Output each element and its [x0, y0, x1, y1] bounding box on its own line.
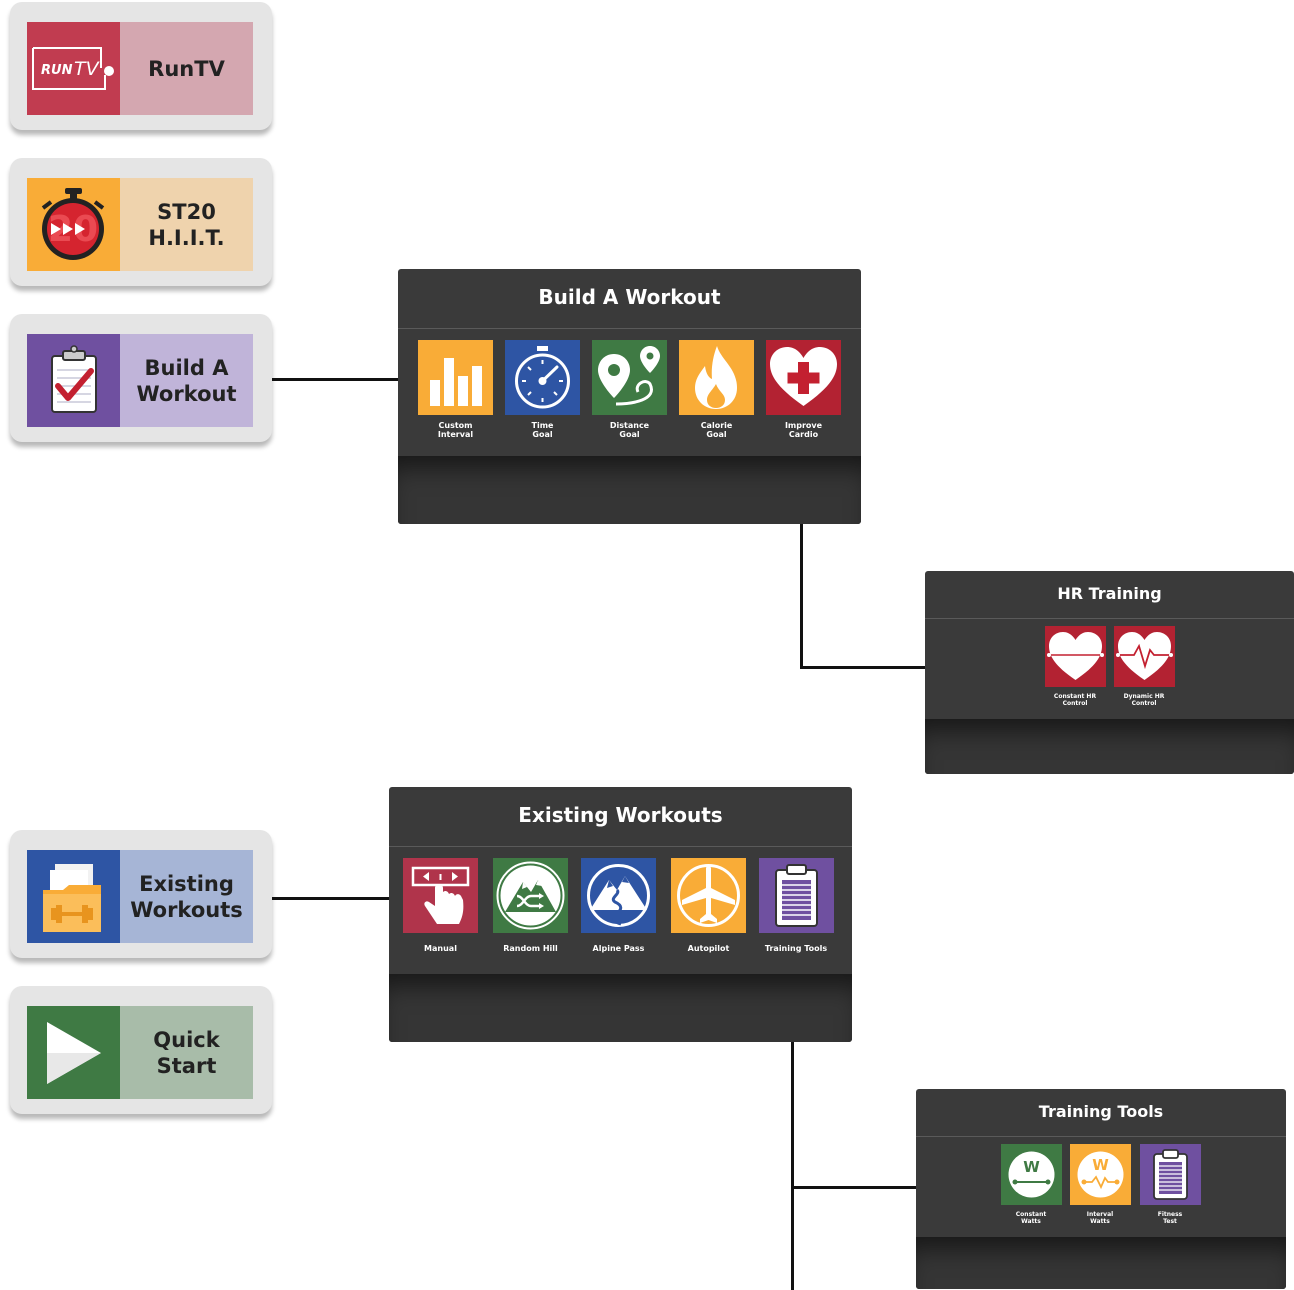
item-label-line2: Watts [1090, 1218, 1110, 1225]
item-label-line2: Cardio [788, 430, 819, 439]
constant-watts-icon: W [1000, 1144, 1062, 1205]
item-label: Alpine Pass [592, 944, 645, 953]
item-label: Manual [424, 944, 457, 953]
airplane-icon [671, 858, 746, 933]
item-label-line1: Distance [609, 421, 650, 430]
svg-text:W: W [1023, 1158, 1040, 1176]
panel-title: Existing Workouts [518, 803, 723, 827]
existing-label-line1: Existing [139, 871, 234, 896]
item-label-line1: Constant [1015, 1211, 1047, 1218]
connector-build [272, 378, 400, 381]
item-label-line1: Interval [1086, 1211, 1114, 1218]
autopilot-item[interactable]: Autopilot [671, 858, 746, 953]
item-label-line2: Control [1131, 700, 1157, 707]
item-label-line2: Goal [619, 430, 640, 439]
time-goal-item[interactable]: Time Goal [505, 340, 580, 439]
heart-pulse-icon [1113, 626, 1175, 687]
item-label: Autopilot [687, 944, 730, 953]
heart-cross-icon [766, 340, 841, 415]
runtv-logo-text: RUN [41, 63, 73, 78]
existing-workouts-tile[interactable]: Existing Workouts [10, 830, 272, 958]
item-label-line2: Test [1163, 1218, 1177, 1225]
stopwatch-icon [505, 340, 580, 415]
panel-title: Training Tools [1038, 1102, 1164, 1121]
heart-flat-icon [1044, 626, 1106, 687]
item-label-line1: Improve [784, 421, 823, 430]
random-hill-icon [493, 858, 568, 933]
manual-item[interactable]: Manual [403, 858, 478, 953]
manual-touch-icon [403, 858, 478, 933]
clipboard-list-icon [1139, 1144, 1201, 1205]
st20-label-line1: ST20 [157, 199, 216, 224]
runtv-logo-suffix: TV [74, 58, 101, 80]
fitness-test-item[interactable]: Fitness Test [1135, 1144, 1205, 1225]
item-label-line2: Interval [437, 430, 474, 439]
bar-chart-icon [418, 340, 493, 415]
alpine-pass-item[interactable]: Alpine Pass [581, 858, 656, 953]
item-label-line2: Watts [1021, 1218, 1041, 1225]
random-hill-item[interactable]: Random Hill [490, 858, 571, 953]
build-workout-panel: Build A Workout Custom Interval Time Goa… [398, 269, 861, 524]
stopwatch-20-icon: 20 [27, 178, 120, 271]
quick-label-line1: Quick [153, 1027, 220, 1052]
item-label: Random Hill [503, 944, 558, 953]
quick-label-line2: Start [156, 1053, 217, 1078]
existing-workouts-panel: Existing Workouts Manual Random Hill Alp… [389, 787, 852, 1042]
item-label-line1: Calorie [700, 421, 733, 430]
runtv-tile[interactable]: RUN TV RunTV [10, 2, 272, 130]
hr-training-panel: HR Training Constant HR Control Dynamic … [925, 571, 1294, 774]
connector-tools-horizontal [791, 1186, 918, 1189]
panel-title: HR Training [1057, 584, 1162, 603]
play-icon [27, 1006, 120, 1099]
st20-label-line2: H.I.I.T. [148, 225, 225, 250]
interval-watts-icon: W [1069, 1144, 1131, 1205]
constant-hr-item[interactable]: Constant HR Control [1040, 626, 1110, 707]
improve-cardio-item[interactable]: Improve Cardio [766, 340, 841, 439]
item-label-line1: Fitness [1157, 1211, 1183, 1218]
build-label-line1: Build A [144, 355, 229, 380]
connector-cardio-horizontal [800, 666, 926, 669]
runtv-label: RunTV [148, 56, 225, 81]
quick-start-tile[interactable]: Quick Start [10, 986, 272, 1114]
existing-label-line2: Workouts [130, 897, 243, 922]
item-label: Training Tools [764, 944, 828, 953]
runtv-logo-icon: RUN TV [27, 22, 120, 115]
item-label-line1: Dynamic HR [1123, 693, 1165, 700]
item-label-line2: Goal [706, 430, 727, 439]
build-workout-tile[interactable]: Build A Workout [10, 314, 272, 442]
flame-icon [679, 340, 754, 415]
map-pin-icon [592, 340, 667, 415]
interval-watts-item[interactable]: W Interval Watts [1065, 1144, 1135, 1225]
connector-existing [272, 897, 391, 900]
item-label-line1: Constant HR [1053, 693, 1097, 700]
item-label-line1: Custom [438, 421, 473, 430]
constant-watts-item[interactable]: W Constant Watts [996, 1144, 1066, 1225]
alpine-pass-icon [581, 858, 656, 933]
folder-dumbbell-icon [27, 850, 120, 943]
clipboard-list-icon [758, 858, 834, 933]
clipboard-check-icon [27, 334, 120, 427]
panel-title: Build A Workout [538, 285, 721, 309]
training-tools-panel: Training Tools W Constant Watts W Interv… [916, 1089, 1286, 1289]
item-label-line1: Time [531, 421, 554, 430]
custom-interval-item[interactable]: Custom Interval [418, 340, 493, 439]
item-label-line2: Goal [532, 430, 553, 439]
calorie-goal-item[interactable]: Calorie Goal [679, 340, 754, 439]
svg-text:W: W [1092, 1156, 1109, 1174]
training-tools-item[interactable]: Training Tools [753, 858, 839, 953]
st20-hiit-tile[interactable]: 20 ST20 H.I.I.T. [10, 158, 272, 286]
dynamic-hr-item[interactable]: Dynamic HR Control [1109, 626, 1179, 707]
item-label-line2: Control [1062, 700, 1088, 707]
build-label-line2: Workout [136, 381, 237, 406]
distance-goal-item[interactable]: Distance Goal [592, 340, 667, 439]
